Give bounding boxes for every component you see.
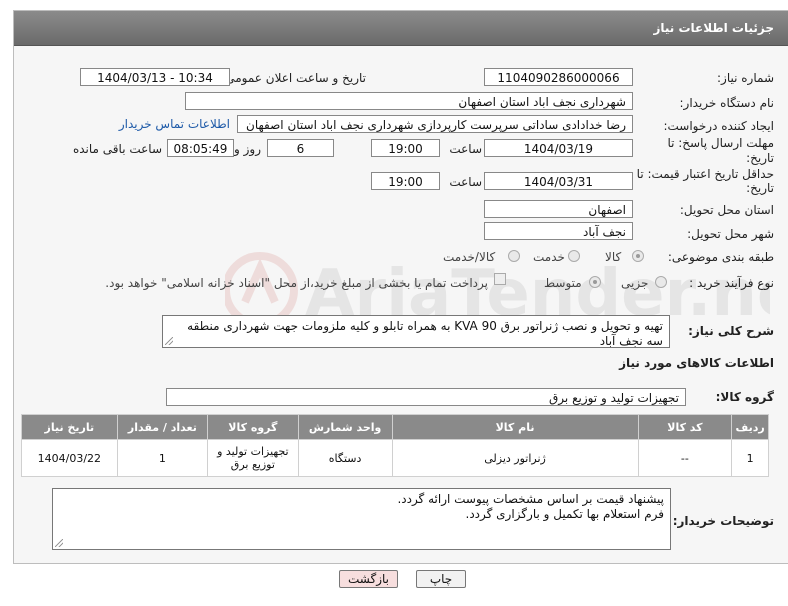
validity-time-label: ساعت [449, 175, 482, 189]
goods-group-label: گروه کالا: [715, 390, 774, 404]
buyer-org-field: شهرداری نجف اباد استان اصفهان [185, 92, 633, 110]
resize-grip-icon[interactable] [165, 337, 173, 345]
requester-field: رضا خدادادی ساداتی سرپرست کارپردازی شهرد… [237, 115, 633, 133]
category-option-goods: کالا [605, 250, 622, 264]
treasury-checkbox[interactable] [494, 273, 506, 285]
table-header-row: ردیف کد کالا نام کالا واحد شمارش گروه کا… [21, 414, 769, 440]
need-number-field: 1104090286000066 [484, 68, 633, 86]
validity-time-field: 19:00 [371, 172, 440, 190]
col-need-date: تاریخ نیاز [21, 414, 118, 440]
deadline-date-field: 1404/03/19 [484, 139, 633, 157]
resize-grip-icon[interactable] [55, 539, 63, 547]
deadline-time-field: 19:00 [371, 139, 440, 157]
buyer-contact-link[interactable]: اطلاعات تماس خریدار [119, 117, 230, 131]
table-row: 1 -- ژنراتور دیزلی دستگاه تجهیزات تولید … [21, 439, 769, 477]
print-button[interactable]: چاپ [416, 570, 466, 588]
hours-left-label: ساعت باقی مانده [72, 142, 162, 156]
process-type-label: نوع فرآیند خرید : [689, 276, 774, 290]
goods-table: ردیف کد کالا نام کالا واحد شمارش گروه کا… [21, 414, 769, 477]
announce-datetime-label: تاریخ و ساعت اعلان عمومی: [221, 71, 366, 85]
category-label: طبقه بندی موضوعی: [667, 250, 774, 264]
buyer-note-line: پیشنهاد قیمت بر اساس مشخصات پیوست ارائه … [397, 492, 664, 506]
goods-info-heading: اطلاعات کالاهای مورد نیاز [619, 356, 774, 370]
process-option-medium: متوسط [544, 276, 582, 290]
process-radio-minor[interactable] [655, 276, 667, 288]
col-item-code: کد کالا [637, 414, 733, 440]
description-textarea[interactable]: تهیه و تحویل و نصب ژنراتور برق KVA 90 به… [162, 315, 670, 348]
validity-date-field: 1404/03/31 [484, 172, 633, 190]
need-number-label: شماره نیاز: [717, 71, 774, 85]
process-radio-medium[interactable] [589, 276, 601, 288]
category-option-goods-service: کالا/خدمت [443, 250, 496, 264]
requester-label: ایجاد کننده درخواست: [663, 119, 774, 133]
category-radio-service[interactable] [568, 250, 580, 262]
treasury-note: پرداخت تمام یا بخشی از مبلغ خرید،از محل … [105, 276, 488, 290]
cell-item-code: -- [637, 439, 733, 477]
col-item-name: نام کالا [391, 414, 639, 440]
cell-row-number: 1 [731, 439, 769, 477]
category-radio-goods[interactable] [632, 250, 644, 262]
buyer-notes-label: توضیحات خریدار: [672, 514, 774, 528]
description-text: تهیه و تحویل و نصب ژنراتور برق KVA 90 به… [187, 319, 663, 348]
category-option-service: خدمت [533, 250, 565, 264]
col-item-group: گروه کالا [207, 414, 299, 440]
days-and-label: روز و [234, 142, 261, 156]
buyer-note-line: فرم استعلام بها تکمیل و بارگزاری گردد. [465, 507, 664, 521]
panel-header: جزئیات اطلاعات نیاز [14, 11, 788, 46]
cell-unit: دستگاه [297, 439, 393, 477]
goods-group-field: تجهیزات تولید و توزیع برق [166, 388, 686, 406]
buyer-notes-textarea[interactable]: پیشنهاد قیمت بر اساس مشخصات پیوست ارائه … [52, 488, 671, 550]
announce-datetime-field: 1404/03/13 - 10:34 [80, 68, 230, 86]
cell-item-group: تجهیزات تولید و توزیع برق [207, 439, 299, 477]
page-title: جزئیات اطلاعات نیاز [653, 21, 774, 35]
province-label: استان محل تحویل: [679, 203, 774, 217]
province-field: اصفهان [484, 200, 633, 218]
back-button[interactable]: بازگشت [339, 570, 398, 588]
category-radio-goods-service[interactable] [508, 250, 520, 262]
buyer-org-label: نام دستگاه خریدار: [679, 96, 775, 110]
description-label: شرح کلی نیاز: [688, 324, 774, 338]
city-field: نجف آباد [484, 222, 633, 240]
deadline-label: مهلت ارسال پاسخ: تا تاریخ: [667, 136, 774, 165]
cell-need-date: 1404/03/22 [21, 439, 118, 477]
cell-quantity: 1 [116, 439, 209, 477]
col-unit: واحد شمارش [297, 414, 393, 440]
process-option-minor: جزیی [621, 276, 649, 290]
time-left-field: 08:05:49 [167, 139, 234, 157]
cell-item-name: ژنراتور دیزلی [391, 439, 639, 477]
days-left-field: 6 [267, 139, 334, 157]
deadline-time-label: ساعت [449, 142, 482, 156]
city-label: شهر محل تحویل: [687, 227, 774, 241]
min-validity-label: حداقل تاریخ اعتبار قیمت: تا تاریخ: [636, 167, 774, 195]
col-row-number: ردیف [731, 414, 769, 440]
col-quantity: تعداد / مقدار [116, 414, 209, 440]
